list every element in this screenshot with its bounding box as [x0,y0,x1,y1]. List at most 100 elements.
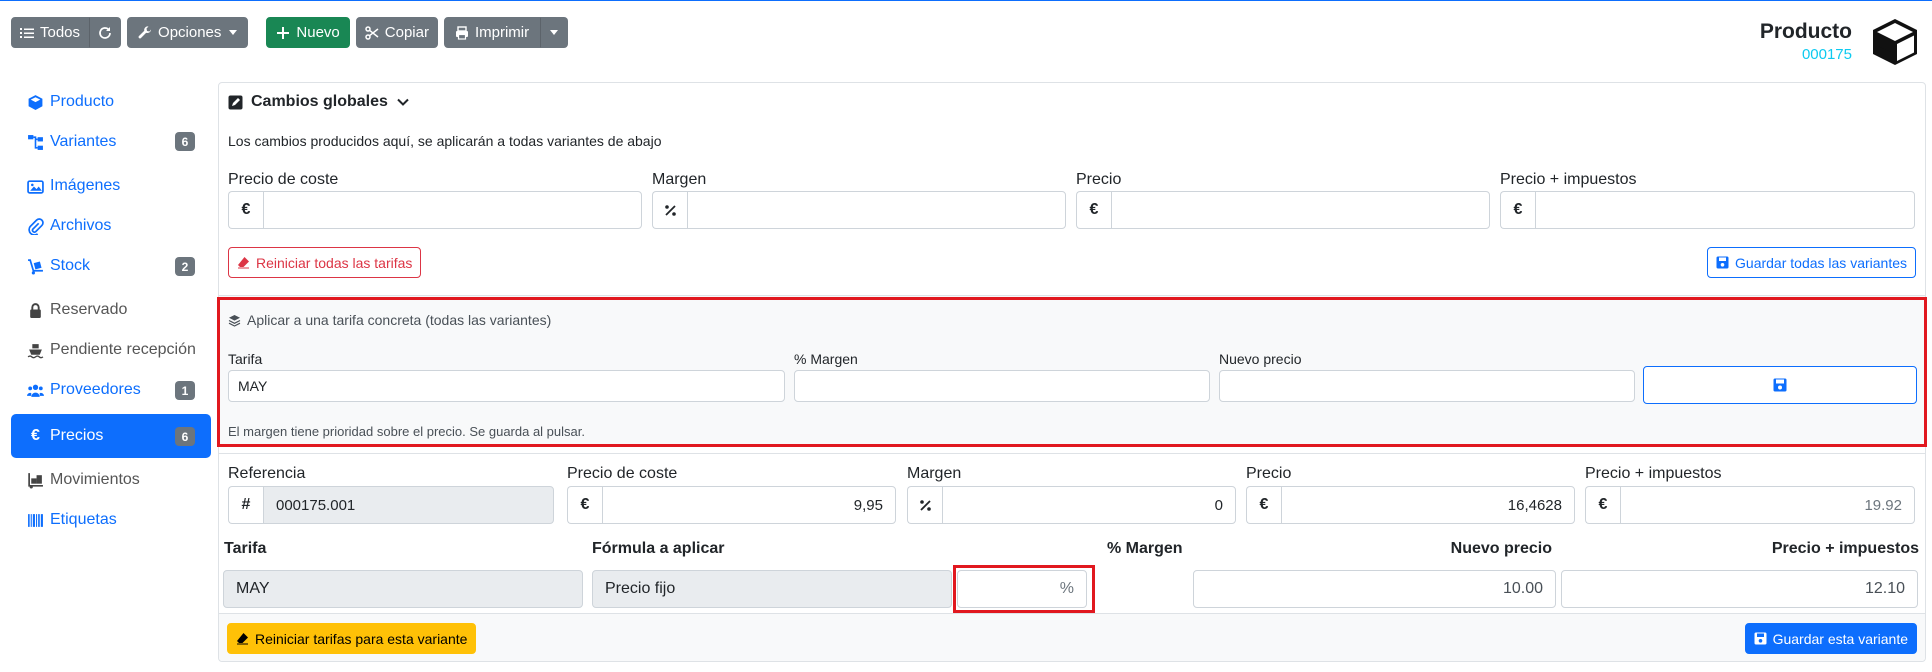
global-cost-group: € [228,191,642,229]
edit-icon [228,95,243,109]
column-header-formula: Fórmula a aplicar [592,540,725,557]
sidebar-item-label: Etiquetas [50,511,117,528]
formula-select-value: Precio fijo [605,580,676,597]
sidebar: Producto Variantes 6 Imágenes Archivos S… [11,82,211,540]
sidebar-item-producto[interactable]: Producto [11,82,211,122]
price-tax-label: Precio + impuestos [1585,465,1722,482]
new-button[interactable]: Nuevo [266,17,350,48]
copy-label: Copiar [384,24,429,41]
sidebar-item-label: Pendiente recepción [50,341,196,358]
column-header-new-price: Nuevo precio [1450,540,1552,557]
euro-icon: € [1585,486,1620,524]
price-tax-cell-value: 12.10 [1864,580,1905,597]
global-price-tax-group: € [1500,191,1915,229]
save-all-button[interactable]: Guardar todas las variantes [1707,247,1916,278]
global-price-tax-input[interactable] [1535,191,1915,229]
sidebar-item-imagenes[interactable]: Imágenes [11,166,211,206]
new-price-input[interactable]: 10.00 [1193,570,1556,608]
count-badge: 1 [175,381,195,400]
reset-all-button[interactable]: Reiniciar todas las tarifas [228,247,422,278]
price-tax-label: Precio + impuestos [1500,171,1637,188]
copy-button[interactable]: Copiar [355,17,438,48]
chevron-down-icon [229,30,238,35]
price-tax-input[interactable]: 19.92 [1620,486,1915,524]
toolbar: Todos Opciones Nuevo Copiar Imprimir [11,17,569,48]
global-price-input[interactable] [1111,191,1490,229]
formula-select[interactable]: Precio fijo [592,570,952,608]
chevron-down-icon [397,98,409,106]
options-label: Opciones [158,24,222,41]
sidebar-item-label: Stock [50,257,91,274]
global-price-group: € [1076,191,1490,229]
all-button-label: Todos [40,24,81,41]
euro-icon: € [1076,191,1111,229]
euro-icon: € [228,191,263,229]
new-price-value: 10.00 [1502,580,1543,597]
global-cost-input[interactable] [263,191,642,229]
card-footer: Reiniciar tarifas para esta variante Gua… [219,613,1925,661]
all-button[interactable]: Todos [11,17,90,48]
percent-icon [907,486,942,524]
sidebar-item-etiquetas[interactable]: Etiquetas [11,500,211,540]
sidebar-item-label: Precios [50,427,104,444]
global-margin-input[interactable] [687,191,1066,229]
page-title: Producto [1759,20,1852,43]
print-dropdown-toggle[interactable] [540,17,569,48]
count-badge: 6 [175,427,195,446]
refresh-button[interactable] [89,17,122,48]
list-icon [20,27,34,38]
cost-input[interactable]: 9,95 [602,486,896,524]
lock-icon [30,302,41,318]
reset-variant-button[interactable]: Reiniciar tarifas para esta variante [227,623,477,654]
global-margin-group [652,191,1066,229]
count-badge: 6 [175,132,195,151]
margin-label: Margen [652,171,707,188]
product-code: 000175 [1801,46,1852,63]
cost-group: € 9,95 [567,486,896,524]
price-input[interactable]: 16,4628 [1281,486,1575,524]
price-label: Precio [1246,465,1292,482]
sidebar-item-stock[interactable]: Stock 2 [11,246,211,286]
save-variant-label: Guardar esta variante [1772,630,1908,647]
tarifa-cell: MAY [223,570,583,608]
sidebar-item-reservado[interactable]: Reservado [11,290,211,330]
euro-icon: € [1500,191,1535,229]
sidebar-item-archivos[interactable]: Archivos [11,206,211,246]
margin-label: Margen [907,465,962,482]
sidebar-item-label: Movimientos [50,471,140,488]
euro-icon: € [31,427,40,444]
percent-icon [652,191,687,229]
sidebar-item-variantes[interactable]: Variantes 6 [11,122,211,162]
global-changes-toggle[interactable]: Cambios globales [228,93,410,111]
chevron-down-icon [550,30,559,35]
sidebar-item-label: Reservado [50,301,128,318]
sidebar-item-label: Archivos [50,217,112,234]
margin-input[interactable]: 0 [942,486,1236,524]
sidebar-item-pendiente-recepcion[interactable]: Pendiente recepción [11,330,211,370]
print-button[interactable]: Imprimir [443,17,541,48]
options-button[interactable]: Opciones [127,17,249,48]
print-icon [455,25,468,40]
print-label: Imprimir [474,24,530,41]
save-all-label: Guardar todas las variantes [1735,254,1907,271]
eraser-icon [238,257,249,269]
save-variant-button[interactable]: Guardar esta variante [1744,623,1917,654]
sitemap-icon [28,134,43,150]
cube-icon [28,94,43,110]
eraser-icon [237,633,248,645]
global-description: Los cambios producidos aquí, se aplicará… [228,133,662,149]
column-header-price-tax: Precio + impuestos [1771,540,1919,557]
paperclip-icon [28,217,44,235]
sidebar-item-precios[interactable]: € Precios 6 [11,414,211,458]
sidebar-item-proveedores[interactable]: Proveedores 1 [11,370,211,410]
reference-input[interactable]: 000175.001 [263,486,554,524]
price-tax-group: € 19.92 [1585,486,1915,524]
sidebar-item-label: Proveedores [50,381,141,398]
reference-group: # 000175.001 [228,486,554,524]
price-tax-cell-input[interactable]: 12.10 [1561,570,1918,608]
all-button-group: Todos [11,17,122,48]
scissors-icon [365,25,379,40]
sidebar-item-movimientos[interactable]: Movimientos [11,460,211,500]
users-icon [27,384,44,397]
euro-icon: € [1246,486,1281,524]
